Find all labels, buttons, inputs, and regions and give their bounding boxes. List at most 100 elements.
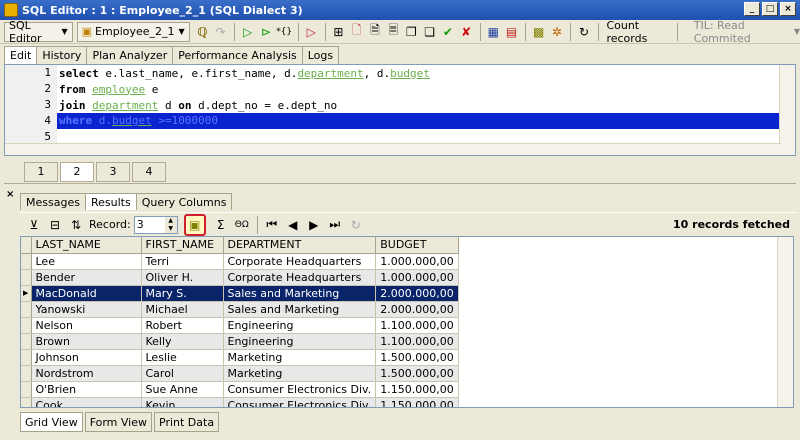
filter-icon[interactable]: ⊻ <box>24 215 44 235</box>
tab-performance-analysis[interactable]: Performance Analysis <box>172 46 303 64</box>
tab-grid-view[interactable]: Grid View <box>20 412 83 432</box>
tab-logs[interactable]: Logs <box>301 46 340 64</box>
table-cell[interactable]: 2.000.000,00 <box>375 285 459 302</box>
redo-icon[interactable]: ↷ <box>212 22 229 42</box>
table-cell[interactable]: Nelson <box>31 317 142 334</box>
sum-icon[interactable]: Σ <box>211 215 231 235</box>
table-row[interactable]: Nelson Robert Engineering 1.100.000,00 <box>21 317 459 334</box>
table-row[interactable]: Johnson Leslie Marketing 1.500.000,00 <box>21 349 459 366</box>
tab-query-columns[interactable]: Query Columns <box>135 193 233 210</box>
table-cell[interactable]: Brown <box>31 333 142 350</box>
table-row[interactable]: Cook Kevin Consumer Electronics Div. 1.150.… <box>21 397 459 407</box>
export-data-icon[interactable]: ▣ <box>183 213 206 236</box>
table-cell[interactable]: O'Brien <box>31 381 142 398</box>
new-query-icon[interactable]: 🗋 <box>348 22 365 42</box>
refresh-icon[interactable]: ↻ <box>575 22 592 42</box>
table-cell[interactable]: 1.100.000,00 <box>375 333 459 350</box>
grid-vertical-scrollbar[interactable] <box>777 237 793 407</box>
table-cell[interactable]: Sue Anne <box>141 381 224 398</box>
table-cell[interactable]: Engineering <box>223 333 377 350</box>
tab-results[interactable]: Results <box>84 193 137 210</box>
table-cell[interactable]: 1.000.000,00 <box>375 253 459 270</box>
table-cell[interactable]: 1.000.000,00 <box>375 269 459 286</box>
table-cell[interactable]: Marketing <box>223 365 377 382</box>
run-icon[interactable]: ▷ <box>303 22 320 42</box>
page-tab-2[interactable]: 2 <box>60 161 94 182</box>
table-cell[interactable]: 1.150.000,00 <box>375 397 459 407</box>
execute-step-icon[interactable]: ⊳ <box>257 22 274 42</box>
database-dropdown[interactable]: ▣ Employee_2_1 ▼ <box>76 21 190 42</box>
table-row[interactable]: Brown Kelly Engineering 1.100.000,00 <box>21 333 459 350</box>
minimize-button[interactable]: _ <box>744 2 760 16</box>
table-cell[interactable]: Bender <box>31 269 142 286</box>
table-cell[interactable]: Kelly <box>141 333 224 350</box>
last-record-icon[interactable]: ⏭ <box>325 215 345 235</box>
grid-icon[interactable]: ▦ <box>485 22 502 42</box>
table-cell[interactable]: Corporate Headquarters <box>223 253 377 270</box>
transaction-isolation-dropdown[interactable]: TIL: Read Commited <box>694 19 790 45</box>
maximize-button[interactable]: □ <box>762 2 778 16</box>
table-row[interactable]: O'Brien Sue Anne Consumer Electronics Div.… <box>21 381 459 398</box>
editor-vertical-scrollbar[interactable] <box>779 65 795 155</box>
table-cell[interactable]: Michael <box>141 301 224 318</box>
table-cell[interactable]: Lee <box>31 253 142 270</box>
table-cell[interactable]: Consumer Electronics Div. <box>223 397 377 407</box>
table-cell[interactable]: Kevin <box>141 397 224 407</box>
column-header-first-name[interactable]: FIRST_NAME <box>141 237 224 254</box>
table-cell[interactable]: Johnson <box>31 349 142 366</box>
tab-form-view[interactable]: Form View <box>84 412 152 432</box>
commit-icon[interactable]: ✔ <box>439 22 456 42</box>
page-tab-1[interactable]: 1 <box>24 161 58 182</box>
table-cell[interactable]: Cook <box>31 397 142 407</box>
table-cell[interactable]: 2.000.000,00 <box>375 301 459 318</box>
plan-icon[interactable]: ⊞ <box>330 22 347 42</box>
table-cell[interactable]: Marketing <box>223 349 377 366</box>
table-cell[interactable]: 1.500.000,00 <box>375 349 459 366</box>
tools-icon[interactable]: ▩ <box>530 22 547 42</box>
page-tab-4[interactable]: 4 <box>132 161 166 182</box>
table-cell[interactable]: Terri <box>141 253 224 270</box>
group-icon[interactable]: ⊟ <box>45 215 65 235</box>
settings-icon[interactable]: ✲ <box>548 22 565 42</box>
table-cell[interactable]: Nordstrom <box>31 365 142 382</box>
sql-editor[interactable]: 1 select e.last_name, e.first_name, d.de… <box>4 64 796 156</box>
table-cell[interactable]: Mary S. <box>141 285 224 302</box>
table-cell[interactable]: MacDonald <box>31 285 142 302</box>
table-cell[interactable]: Consumer Electronics Div. <box>223 381 377 398</box>
help-icon[interactable]: ℚ <box>194 22 211 42</box>
record-spinner[interactable]: 3 ▲ ▼ <box>133 215 178 234</box>
table-cell[interactable]: Engineering <box>223 317 377 334</box>
table-cell[interactable]: 1.150.000,00 <box>375 381 459 398</box>
table-cell[interactable]: Sales and Marketing <box>223 301 377 318</box>
close-results-icon[interactable]: × <box>6 189 14 200</box>
editor-horizontal-scrollbar[interactable] <box>5 143 781 155</box>
column-header-last-name[interactable]: LAST_NAME <box>31 237 142 254</box>
prev-record-icon[interactable]: ◀ <box>283 215 303 235</box>
table-cell[interactable]: Corporate Headquarters <box>223 269 377 286</box>
execute-icon[interactable]: ▷ <box>239 22 256 42</box>
close-button[interactable]: × <box>780 2 796 16</box>
tab-edit[interactable]: Edit <box>4 46 38 64</box>
tab-plan-analyzer[interactable]: Plan Analyzer <box>86 46 174 64</box>
table-cell[interactable]: Sales and Marketing <box>223 285 377 302</box>
tab-history[interactable]: History <box>36 46 88 64</box>
rollback-icon[interactable]: ✘ <box>458 22 475 42</box>
next-record-icon[interactable]: ▶ <box>304 215 324 235</box>
table-cell[interactable]: 1.100.000,00 <box>375 317 459 334</box>
copy-icon[interactable]: ❐ <box>403 22 420 42</box>
table-cell[interactable]: 1.500.000,00 <box>375 365 459 382</box>
table-row[interactable]: Nordstrom Carol Marketing 1.500.000,00 <box>21 365 459 382</box>
column-header-budget[interactable]: BUDGET <box>375 237 459 254</box>
sql-editor-dropdown[interactable]: SQL Editor ▼ <box>4 19 73 45</box>
page-tab-3[interactable]: 3 <box>96 161 130 182</box>
count-records-button[interactable]: Count records <box>606 19 672 45</box>
form-icon[interactable]: ▤ <box>503 22 520 42</box>
table-cell[interactable]: Yanowski <box>31 301 142 318</box>
paste-icon[interactable]: ❏ <box>421 22 438 42</box>
open-icon[interactable]: 🗎 <box>366 22 383 42</box>
table-cell[interactable]: Carol <box>141 365 224 382</box>
table-row[interactable]: Lee Terri Corporate Headquarters 1.000.000,… <box>21 253 459 270</box>
save-icon[interactable]: 🗏 <box>385 22 402 42</box>
column-header-department[interactable]: DEPARTMENT <box>223 237 377 254</box>
refresh-data-icon[interactable]: ↻ <box>346 215 366 235</box>
